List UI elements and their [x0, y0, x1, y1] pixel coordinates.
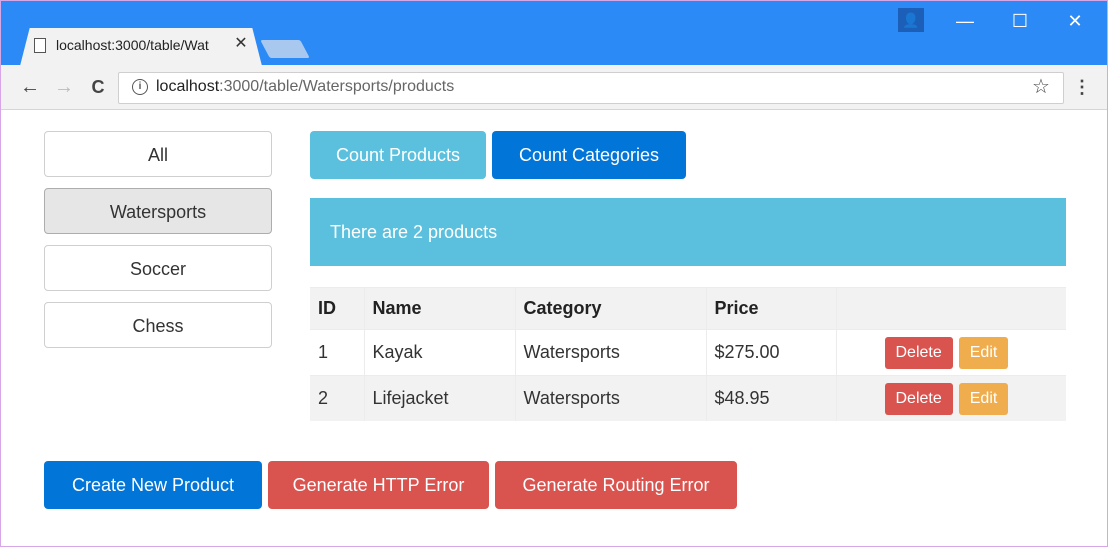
- delete-button[interactable]: Delete: [884, 382, 953, 415]
- back-arrow-icon[interactable]: ←: [18, 75, 42, 99]
- column-header-price: Price: [705, 287, 836, 330]
- maximize-button[interactable]: ☐: [1000, 6, 1040, 36]
- profile-icon[interactable]: 👤: [898, 8, 924, 32]
- column-header-name: Name: [363, 287, 515, 330]
- table-row: 1 Kayak Watersports $275.00 Delete Edit: [310, 329, 1066, 376]
- generate-http-error-button[interactable]: Generate HTTP Error: [268, 461, 489, 509]
- cell-actions: Delete Edit: [835, 375, 1066, 421]
- create-new-product-button[interactable]: Create New Product: [44, 461, 262, 509]
- category-button-soccer[interactable]: Soccer: [44, 245, 272, 291]
- bookmark-star-icon[interactable]: ☆: [1030, 76, 1052, 98]
- edit-button[interactable]: Edit: [958, 382, 1009, 415]
- url-host: localhost: [156, 78, 220, 95]
- table-row: 2 Lifejacket Watersports $48.95 Delete Ed…: [310, 375, 1066, 421]
- table-header-row: ID Name Category Price: [310, 287, 1066, 330]
- cell-actions: Delete Edit: [835, 329, 1066, 376]
- cell-id: 2: [310, 375, 364, 421]
- reload-icon[interactable]: C: [86, 75, 110, 99]
- column-header-category: Category: [514, 287, 706, 330]
- url-path: :3000/table/Watersports/products: [219, 78, 455, 95]
- url-text[interactable]: localhost:3000/table/Watersports/product…: [156, 77, 454, 97]
- cell-id: 1: [310, 329, 364, 376]
- count-products-button[interactable]: Count Products: [310, 131, 486, 179]
- count-categories-button[interactable]: Count Categories: [492, 131, 686, 179]
- cell-category: Watersports: [514, 375, 706, 421]
- cell-category: Watersports: [514, 329, 706, 376]
- column-header-actions: [835, 287, 1066, 330]
- tab-close-icon[interactable]: ✕: [233, 35, 249, 53]
- cell-price: $275.00: [705, 329, 836, 376]
- tab-title: localhost:3000/table/Wat: [56, 37, 209, 53]
- products-table: ID Name Category Price 1 Kayak Waterspor…: [310, 287, 1066, 421]
- cell-price: $48.95: [705, 375, 836, 421]
- delete-button[interactable]: Delete: [884, 336, 953, 369]
- cell-name: Lifejacket: [363, 375, 515, 421]
- info-icon[interactable]: i: [132, 79, 148, 95]
- category-button-all[interactable]: All: [44, 131, 272, 177]
- minimize-button[interactable]: —: [945, 6, 985, 36]
- page-icon: [34, 38, 46, 53]
- cell-name: Kayak: [363, 329, 515, 376]
- forward-arrow-icon[interactable]: →: [52, 75, 76, 99]
- generate-routing-error-button[interactable]: Generate Routing Error: [495, 461, 737, 509]
- category-button-watersports[interactable]: Watersports: [44, 188, 272, 234]
- product-count-alert: There are 2 products: [310, 198, 1066, 266]
- browser-menu-icon[interactable]: ⋮: [1072, 76, 1092, 98]
- category-button-chess[interactable]: Chess: [44, 302, 272, 348]
- edit-button[interactable]: Edit: [958, 336, 1009, 369]
- close-window-button[interactable]: ✕: [1055, 6, 1095, 36]
- column-header-id: ID: [310, 287, 364, 330]
